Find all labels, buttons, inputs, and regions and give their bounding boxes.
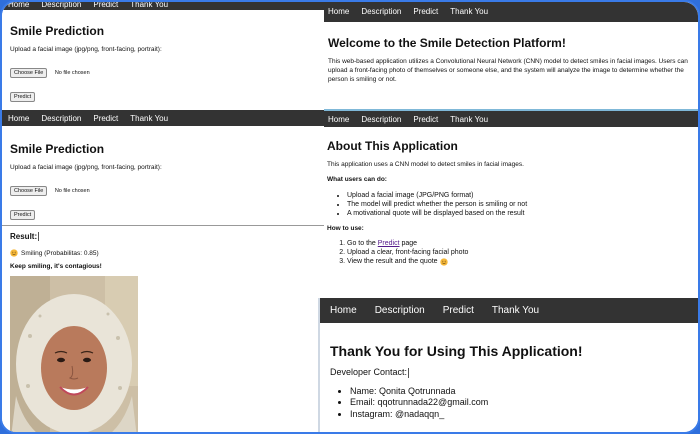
choose-file-button[interactable]: Choose File <box>10 185 48 196</box>
choose-file-button[interactable]: Choose File <box>10 67 48 78</box>
nav-thank-you[interactable]: Thank You <box>130 2 168 9</box>
result-line: Smiling (Probabilitas: 0.85) <box>10 249 316 257</box>
nav-thank-you[interactable]: Thank You <box>450 7 488 16</box>
how-heading: How to use: <box>327 224 364 232</box>
can-do-heading: What users can do: <box>327 175 387 183</box>
list-item: Go to the Predict page <box>347 239 698 248</box>
list-item: Name: Qonita Qotrunnada <box>350 386 690 398</box>
nav-home[interactable]: Home <box>330 305 357 316</box>
nav-home[interactable]: Home <box>8 114 29 123</box>
navbar: Home Description Predict Thank You <box>324 111 698 127</box>
thank-you-page: Home Description Predict Thank You Thank… <box>318 298 698 432</box>
list-item: Upload a facial image (JPG/PNG format) <box>347 191 698 200</box>
nav-predict[interactable]: Predict <box>443 305 474 316</box>
navbar: Home Description Predict Thank You <box>318 298 698 323</box>
welcome-body: This web-based application utilizes a Co… <box>328 58 688 83</box>
can-do-list: Upload a facial image (JPG/PNG format) T… <box>327 191 698 219</box>
navbar: Home Description Predict Thank You <box>2 2 324 10</box>
nav-predict[interactable]: Predict <box>93 2 118 9</box>
about-title: About This Application <box>327 139 458 153</box>
contact-heading: Developer Contact: <box>330 367 410 378</box>
list-item: Upload a clear, front-facing facial phot… <box>347 248 698 257</box>
thanks-title: Thank You for Using This Application! <box>330 343 583 359</box>
nav-predict[interactable]: Predict <box>93 114 118 123</box>
contact-list: Name: Qonita Qotrunnada Email: qqotrunna… <box>330 386 690 421</box>
smile-emoji-icon <box>439 257 448 266</box>
upload-label: Upload a facial image (jpg/png, front-fa… <box>10 164 162 171</box>
no-file-text: No file chosen <box>54 187 90 194</box>
nav-description[interactable]: Description <box>41 114 81 123</box>
navbar: Home Description Predict Thank You <box>324 2 698 22</box>
nav-home[interactable]: Home <box>328 115 349 124</box>
list-item: Email: qqotrunnada22@gmail.com <box>350 397 690 409</box>
uploaded-photo <box>10 276 138 432</box>
predict-button[interactable]: Predict <box>10 91 36 102</box>
nav-thank-you[interactable]: Thank You <box>492 305 539 316</box>
smile-emoji-icon <box>10 249 18 257</box>
page-title: Smile Prediction <box>10 142 105 156</box>
list-item: Instagram: @nadaqqn_ <box>350 409 690 421</box>
nav-predict[interactable]: Predict <box>413 115 438 124</box>
description-page-about: Home Description Predict Thank You About… <box>324 111 698 298</box>
navbar: Home Description Predict Thank You <box>2 110 324 126</box>
list-item: A motivational quote will be displayed b… <box>347 209 698 218</box>
predict-button[interactable]: Predict <box>10 209 36 220</box>
nav-description[interactable]: Description <box>361 7 401 16</box>
predict-page-result: Home Description Predict Thank You Smile… <box>2 110 324 432</box>
page-title: Smile Prediction <box>10 24 105 38</box>
no-file-text: No file chosen <box>54 69 90 76</box>
welcome-title: Welcome to the Smile Detection Platform! <box>328 36 566 50</box>
nav-home[interactable]: Home <box>328 7 349 16</box>
about-intro: This application uses a CNN model to det… <box>327 161 524 168</box>
panel-divider <box>318 298 320 432</box>
description-page-welcome: Home Description Predict Thank You Welco… <box>324 2 698 110</box>
nav-predict[interactable]: Predict <box>413 7 438 16</box>
nav-description[interactable]: Description <box>41 2 81 9</box>
list-item: The model will predict whether the perso… <box>347 200 698 209</box>
nav-description[interactable]: Description <box>375 305 425 316</box>
hr-divider <box>2 224 324 226</box>
how-list: Go to the Predict page Upload a clear, f… <box>327 239 698 267</box>
nav-thank-you[interactable]: Thank You <box>130 114 168 123</box>
result-message: Keep smiling, it's contagious! <box>10 263 102 271</box>
upload-label: Upload a facial image (jpg/png, front-fa… <box>10 46 162 53</box>
list-item: View the result and the quote <box>347 257 698 266</box>
predict-page-top: Home Description Predict Thank You Smile… <box>2 2 324 110</box>
portrait-image <box>10 276 138 432</box>
result-heading: Result: <box>10 231 40 242</box>
predict-link[interactable]: Predict <box>378 240 400 247</box>
nav-thank-you[interactable]: Thank You <box>450 115 488 124</box>
screenshot-frame: Home Description Predict Thank You Smile… <box>0 0 700 434</box>
nav-home[interactable]: Home <box>8 2 29 9</box>
nav-description[interactable]: Description <box>361 115 401 124</box>
